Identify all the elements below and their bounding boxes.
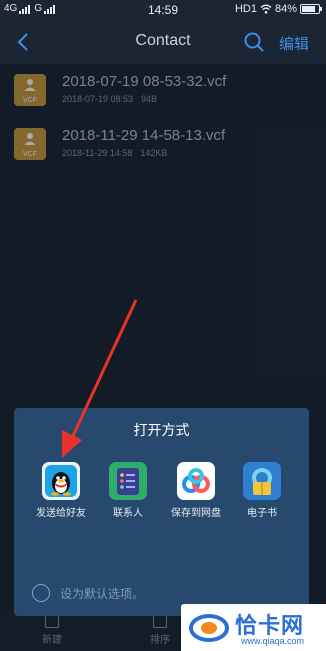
hd-label: HD1 xyxy=(234,3,257,15)
app-header: Contact 编辑 xyxy=(0,20,326,64)
set-default-option[interactable]: 设为默认选项。 xyxy=(32,584,144,602)
app-option-ebook[interactable]: 电子书 xyxy=(227,462,297,520)
dialog-title: 打开方式 xyxy=(133,422,190,438)
app-option-send-to-friend[interactable]: 发送给好友 xyxy=(26,462,96,520)
app-option-label: 电子书 xyxy=(247,508,277,519)
app-option-label: 保存到网盘 xyxy=(171,508,221,519)
page-title: Contact xyxy=(135,32,191,49)
app-option-contacts[interactable]: 联系人 xyxy=(93,462,163,520)
app-option-save-to-netdisk[interactable]: 保存到网盘 xyxy=(166,462,226,520)
app-option-label: 联系人 xyxy=(113,508,143,519)
status-bar-right: HD1 84% xyxy=(234,3,322,15)
qq-icon xyxy=(42,462,80,500)
ebook-icon xyxy=(243,462,281,500)
app-option-label: 发送给好友 xyxy=(36,508,86,519)
contacts-icon xyxy=(109,462,147,500)
wifi-icon xyxy=(260,4,272,14)
watermark-url: www.qiaqa.com xyxy=(241,636,305,646)
set-default-label: 设为默认选项。 xyxy=(60,586,145,601)
watermark: 恰卡网 www.qiaqa.com xyxy=(181,604,326,651)
watermark-logo-icon xyxy=(189,614,229,642)
status-bar: 4G G 14:59 HD1 84% xyxy=(0,0,326,20)
radio-button[interactable] xyxy=(32,584,50,602)
search-icon[interactable] xyxy=(243,31,265,53)
battery-percent: 84% xyxy=(274,3,297,15)
battery-icon xyxy=(300,4,322,14)
edit-button[interactable]: 编辑 xyxy=(279,33,309,54)
baidu-netdisk-icon xyxy=(177,462,215,500)
open-with-dialog: 打开方式 发送给好友 联系人 保存到网盘 电子书 设为默认选项。 xyxy=(14,408,309,616)
